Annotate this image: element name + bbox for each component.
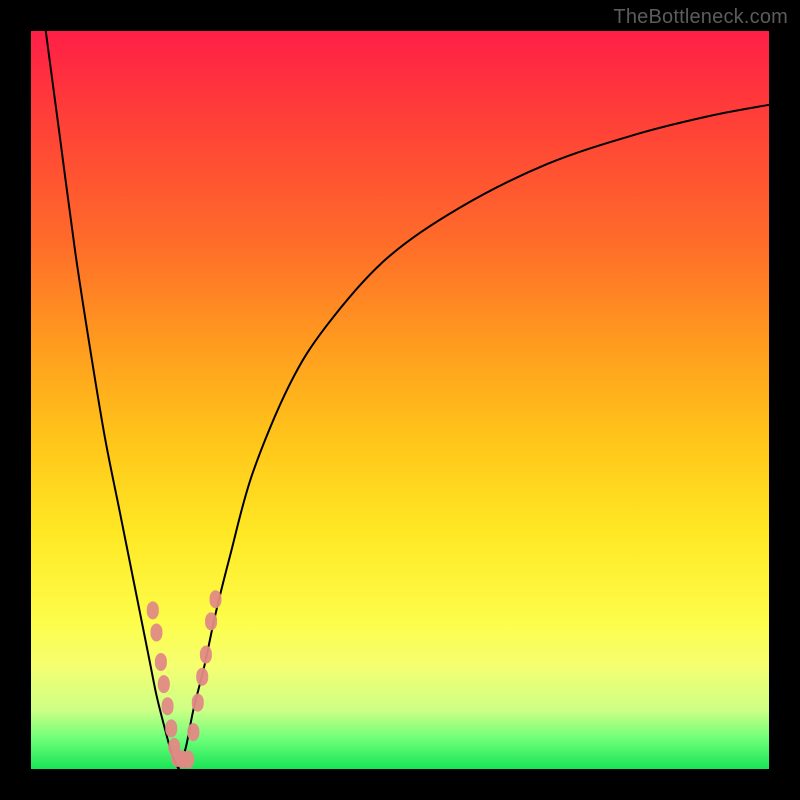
watermark-text: TheBottleneck.com: [613, 6, 788, 29]
data-marker: [210, 590, 222, 608]
data-marker: [158, 675, 170, 693]
plot-area: [31, 31, 769, 769]
data-marker: [182, 750, 194, 768]
data-marker: [162, 697, 174, 715]
data-marker: [155, 653, 167, 671]
data-marker: [200, 646, 212, 664]
curve-group: [46, 31, 769, 769]
data-marker: [205, 612, 217, 630]
data-marker: [147, 601, 159, 619]
data-marker: [150, 623, 162, 641]
curve-right-branch: [179, 105, 769, 769]
data-marker: [187, 723, 199, 741]
chart-svg: [31, 31, 769, 769]
chart-frame: TheBottleneck.com: [0, 0, 800, 800]
markers-group: [147, 590, 222, 768]
data-marker: [196, 668, 208, 686]
data-marker: [165, 719, 177, 737]
data-marker: [192, 694, 204, 712]
